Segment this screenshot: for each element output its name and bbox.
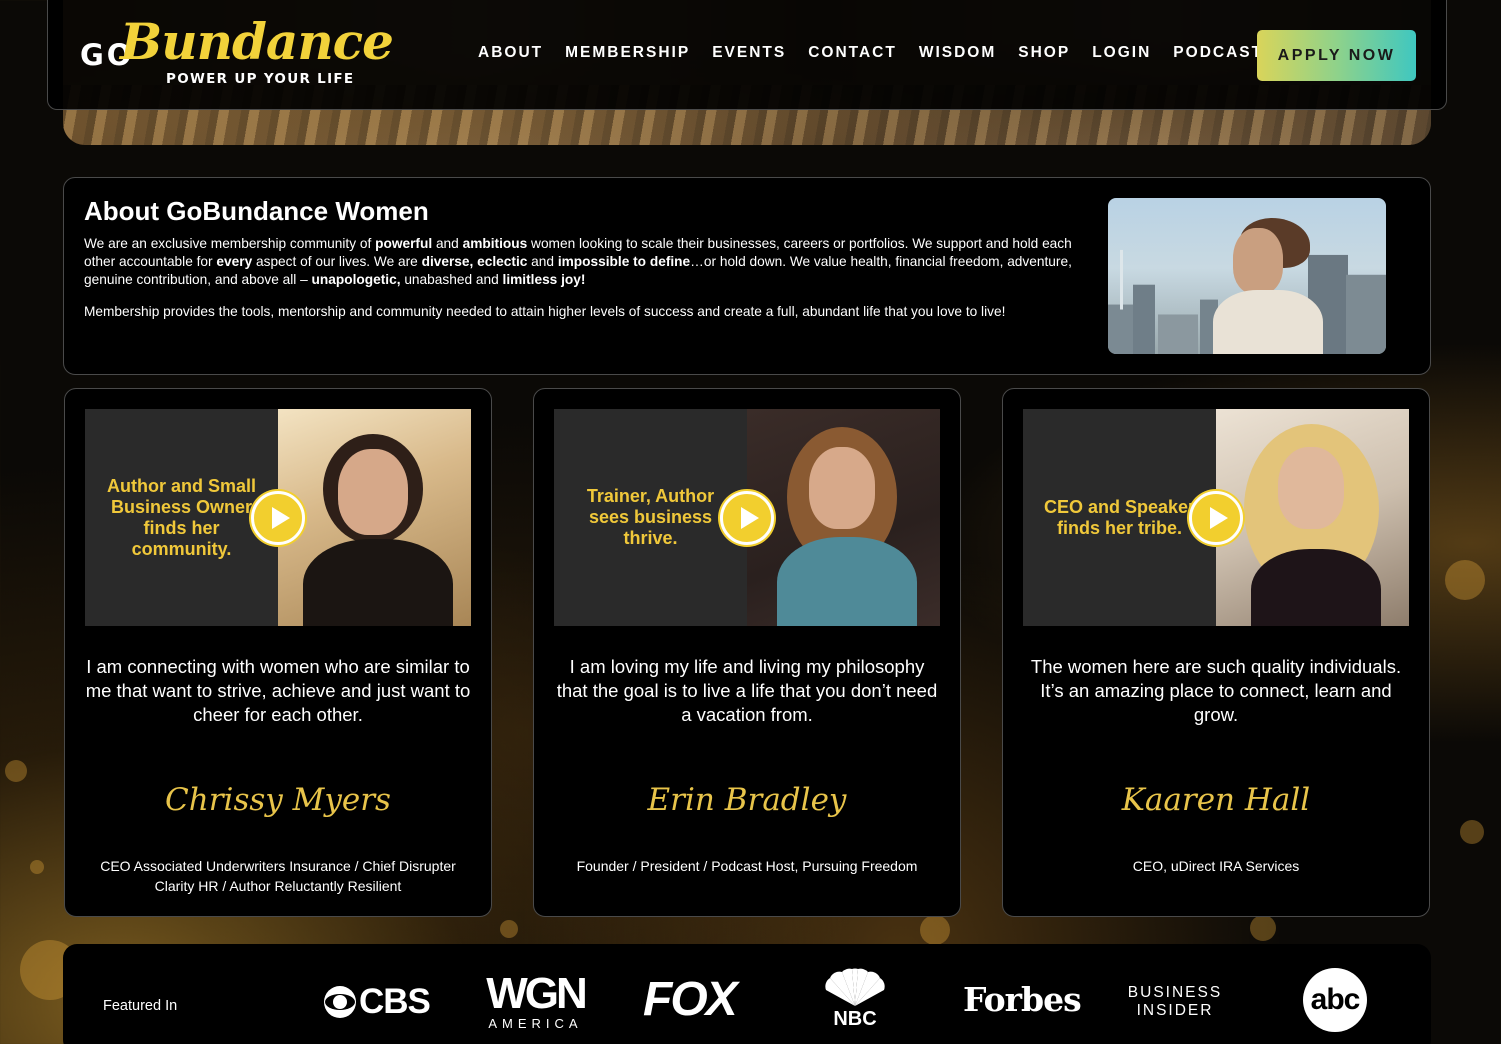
play-icon[interactable]: [720, 491, 774, 545]
nav-wisdom[interactable]: WISDOM: [919, 44, 996, 62]
bokeh-decoration: [1460, 820, 1484, 844]
bokeh-decoration: [30, 860, 44, 874]
video-caption: Trainer, Author sees business thrive.: [586, 486, 715, 548]
about-paragraph-2: Membership provides the tools, mentorshi…: [84, 304, 1006, 319]
fox-logo: FOX: [643, 972, 738, 1027]
bokeh-decoration: [1445, 560, 1485, 600]
about-paragraph-1: We are an exclusive membership community…: [84, 235, 1074, 289]
testimonial-role: Founder / President / Podcast Host, Purs…: [576, 858, 918, 874]
about-title: About GoBundance Women: [84, 196, 429, 226]
video-caption: Author and Small Business Owner finds he…: [106, 475, 256, 559]
testimonial-role: CEO Associated Underwriters Insurance / …: [100, 858, 456, 894]
about-emphasis: unapologetic,: [311, 272, 401, 287]
video-photo: [747, 409, 940, 626]
woman-top: [1213, 290, 1323, 354]
testimonial-card: Trainer, Author sees business thrive. I …: [533, 388, 961, 917]
about-photo: [1108, 198, 1386, 354]
person-face: [1278, 447, 1344, 529]
about-emphasis: every: [216, 254, 253, 269]
about-emphasis: powerful: [375, 236, 433, 251]
featured-label: Featured In: [103, 998, 178, 1014]
video-caption-panel: CEO and Speaker finds her tribe.: [1023, 409, 1216, 626]
nav-events[interactable]: EVENTS: [712, 44, 786, 62]
nav-login[interactable]: LOGIN: [1092, 44, 1151, 62]
about-text-run: aspect of our lives. We are: [252, 254, 422, 269]
forbes-logo: Forbes: [963, 980, 1082, 1019]
testimonial-quote: I am connecting with women who are simil…: [85, 656, 471, 725]
video-photo: [1216, 409, 1409, 626]
forbes-text: Forbes: [963, 980, 1082, 1019]
cbs-eye-icon: [324, 986, 356, 1018]
nav-about[interactable]: ABOUT: [478, 44, 543, 62]
testimonial-signature: Erin Bradley: [647, 782, 847, 818]
testimonial-quote: I am loving my life and living my philos…: [556, 656, 938, 725]
testimonial-signature: Kaaren Hall: [1121, 782, 1311, 818]
about-emphasis: impossible to define: [557, 254, 691, 269]
bokeh-decoration: [500, 920, 518, 938]
logo-script-text: Bundance: [120, 12, 394, 71]
main-nav: ABOUT MEMBERSHIP EVENTS CONTACT WISDOM S…: [478, 44, 1285, 62]
fox-text: FOX: [643, 973, 738, 1026]
nbc-logo: NBC: [823, 968, 887, 1029]
about-text-run: and: [527, 254, 558, 269]
bokeh-decoration: [920, 915, 950, 945]
nav-membership[interactable]: MEMBERSHIP: [565, 44, 690, 62]
testimonial-card: CEO and Speaker finds her tribe. The wom…: [1002, 388, 1430, 917]
about-text-run: unabashed and: [400, 272, 503, 287]
about-section: About GoBundance Women We are an exclusi…: [63, 177, 1431, 375]
person-body: [303, 539, 453, 626]
wgn-text: WGN: [486, 969, 588, 1018]
play-icon[interactable]: [1189, 491, 1243, 545]
person-body: [1251, 549, 1381, 626]
testimonial-video[interactable]: CEO and Speaker finds her tribe.: [1023, 409, 1409, 626]
nbc-peacock-icon: [825, 968, 885, 1006]
business-text: BUSINESS: [1127, 984, 1223, 1001]
testimonial-card: Author and Small Business Owner finds he…: [64, 388, 492, 917]
testimonial-quote: The women here are such quality individu…: [1030, 656, 1402, 725]
video-caption-panel: Author and Small Business Owner finds he…: [85, 409, 278, 626]
about-emphasis: diverse, eclectic: [421, 254, 528, 269]
gobundance-logo[interactable]: GO Bundance POWER UP YOUR LIFE: [80, 12, 394, 96]
about-emphasis: ambitious: [462, 236, 528, 251]
cbs-text: CBS: [359, 982, 431, 1021]
testimonial-signature: Chrissy Myers: [165, 782, 391, 818]
insider-text: INSIDER: [1136, 1002, 1214, 1019]
woman-face: [1233, 228, 1283, 294]
featured-in-strip: Featured In CBS WGN AMERICA FOX NBC Forb…: [63, 944, 1431, 1044]
about-text-run: and: [432, 236, 463, 251]
nav-podcast[interactable]: PODCAST: [1173, 44, 1263, 62]
about-emphasis: limitless joy!: [502, 272, 586, 287]
testimonial-video[interactable]: Author and Small Business Owner finds he…: [85, 409, 471, 626]
video-caption-panel: Trainer, Author sees business thrive.: [554, 409, 747, 626]
person-body: [777, 537, 917, 626]
video-photo: [278, 409, 471, 626]
about-text-run: We are an exclusive membership community…: [84, 236, 376, 251]
wgn-america-logo: WGN AMERICA: [478, 969, 593, 1032]
play-icon[interactable]: [251, 491, 305, 545]
abc-text: abc: [1310, 983, 1361, 1016]
nav-shop[interactable]: SHOP: [1018, 44, 1070, 62]
video-caption: CEO and Speaker finds her tribe.: [1043, 496, 1196, 538]
testimonial-video[interactable]: Trainer, Author sees business thrive.: [554, 409, 940, 626]
nav-contact[interactable]: CONTACT: [808, 44, 897, 62]
testimonial-role: CEO, uDirect IRA Services: [1132, 858, 1300, 874]
business-insider-logo: BUSINESS INSIDER: [1125, 984, 1225, 1020]
logo-tagline: POWER UP YOUR LIFE: [166, 71, 355, 87]
wgn-sub-text: AMERICA: [488, 1016, 583, 1031]
bokeh-decoration: [5, 760, 27, 782]
apply-now-button[interactable]: APPLY NOW: [1257, 30, 1416, 81]
site-header: GO Bundance POWER UP YOUR LIFE ABOUT MEM…: [47, 0, 1447, 110]
bokeh-decoration: [1250, 915, 1276, 941]
person-face: [338, 449, 408, 535]
person-face: [809, 447, 875, 529]
nbc-text: NBC: [833, 1008, 877, 1030]
cbs-logo: CBS: [323, 982, 431, 1022]
abc-logo: abc: [1303, 968, 1367, 1032]
